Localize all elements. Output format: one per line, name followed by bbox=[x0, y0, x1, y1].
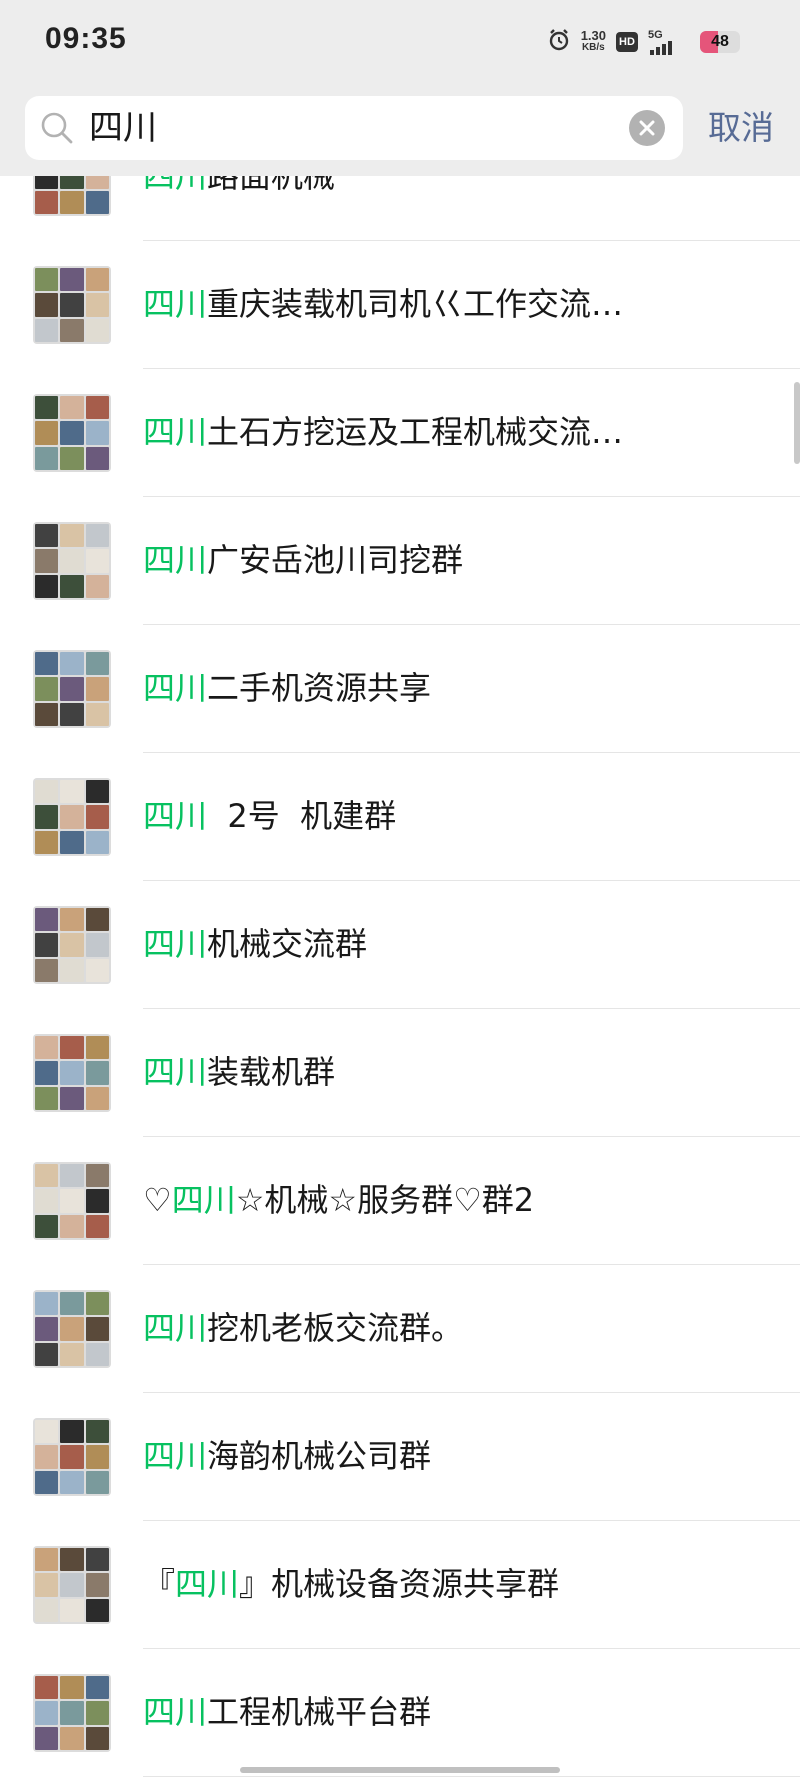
group-name-highlight: 四川 bbox=[143, 1053, 208, 1091]
status-bar: 09:35 1.30 KB/s HD 5G 48 bbox=[0, 0, 800, 84]
group-avatar bbox=[33, 176, 111, 216]
group-name-highlight: 四川 bbox=[143, 285, 208, 323]
group-avatar bbox=[33, 1674, 111, 1752]
hd-icon: HD bbox=[616, 32, 638, 52]
group-name: 四川机械交流群 bbox=[143, 921, 367, 967]
group-avatar bbox=[33, 1034, 111, 1112]
group-name-suffix: 土石方挖运及工程机械交流… bbox=[207, 413, 624, 451]
scrollbar[interactable] bbox=[794, 382, 800, 464]
group-name: 四川挖机老板交流群。 bbox=[143, 1305, 463, 1351]
group-avatar bbox=[33, 1290, 111, 1368]
group-name-suffix: 海韵机械公司群 bbox=[207, 1437, 432, 1475]
list-item[interactable]: 四川机械交流群 bbox=[0, 881, 800, 1009]
group-name: 四川装载机群 bbox=[143, 1049, 335, 1095]
group-name-suffix: 2号 机建群 bbox=[207, 797, 397, 835]
group-name: ♡四川☆机械☆服务群♡群2 bbox=[143, 1177, 534, 1223]
group-avatar bbox=[33, 906, 111, 984]
group-name-highlight: 四川 bbox=[143, 1309, 208, 1347]
list-item[interactable]: 四川挖机老板交流群。 bbox=[0, 1265, 800, 1393]
group-name: 四川广安岳池川司挖群 bbox=[143, 537, 463, 583]
signal-icon: 5G bbox=[648, 29, 682, 55]
group-name-suffix: 装载机群 bbox=[207, 1053, 336, 1091]
search-input[interactable]: 四川 bbox=[25, 96, 683, 160]
group-name: 四川土石方挖运及工程机械交流… bbox=[143, 409, 623, 455]
group-name-highlight: 四川 bbox=[175, 1565, 240, 1603]
group-name-suffix: 工程机械平台群 bbox=[207, 1693, 432, 1731]
group-avatar bbox=[33, 1162, 111, 1240]
list-item[interactable]: 四川二手机资源共享 bbox=[0, 625, 800, 753]
cancel-button[interactable]: 取消 bbox=[708, 104, 774, 152]
group-name-suffix: 二手机资源共享 bbox=[207, 669, 432, 707]
alarm-icon bbox=[547, 28, 571, 56]
group-name: 『四川』机械设备资源共享群 bbox=[143, 1561, 559, 1607]
group-avatar bbox=[33, 1546, 111, 1624]
group-name: 四川重庆装载机司机巜工作交流… bbox=[143, 281, 623, 327]
search-query: 四川 bbox=[89, 108, 157, 148]
clear-icon[interactable] bbox=[629, 110, 665, 146]
group-name-highlight: 四川 bbox=[143, 797, 208, 835]
group-name-suffix: 广安岳池川司挖群 bbox=[207, 541, 464, 579]
search-bar: 四川 取消 bbox=[0, 84, 800, 176]
group-name-highlight: 四川 bbox=[143, 176, 208, 195]
search-results: 四川路面机械 四川重庆装载机司机巜工作交流… 四川土石方挖运及工程机械交流… 四川广安… bbox=[0, 176, 800, 1777]
group-name-suffix: 路面机械 bbox=[207, 176, 336, 195]
group-name: 四川海韵机械公司群 bbox=[143, 1433, 431, 1479]
group-name: 四川 2号 机建群 bbox=[143, 793, 396, 839]
home-indicator[interactable] bbox=[240, 1767, 560, 1773]
group-name: 四川路面机械 bbox=[143, 176, 335, 199]
group-name-highlight: 四川 bbox=[143, 1437, 208, 1475]
status-time: 09:35 bbox=[45, 22, 127, 55]
list-item[interactable]: 四川海韵机械公司群 bbox=[0, 1393, 800, 1521]
battery-level: 48 bbox=[711, 33, 729, 50]
group-name-highlight: 四川 bbox=[143, 413, 208, 451]
group-name-highlight: 四川 bbox=[143, 541, 208, 579]
list-item[interactable]: 四川装载机群 bbox=[0, 1009, 800, 1137]
group-name-prefix: 『 bbox=[143, 1565, 176, 1603]
battery-icon: 48 bbox=[700, 31, 740, 53]
group-name-highlight: 四川 bbox=[143, 669, 208, 707]
group-name-highlight: 四川 bbox=[171, 1181, 236, 1219]
group-name-prefix: ♡ bbox=[143, 1181, 172, 1219]
group-avatar bbox=[33, 650, 111, 728]
list-item[interactable]: 四川土石方挖运及工程机械交流… bbox=[0, 369, 800, 497]
group-name-highlight: 四川 bbox=[143, 925, 208, 963]
divider bbox=[143, 1776, 800, 1777]
group-avatar bbox=[33, 266, 111, 344]
group-name-suffix: ☆机械☆服务群♡群2 bbox=[235, 1181, 535, 1219]
list-item[interactable]: 『四川』机械设备资源共享群 bbox=[0, 1521, 800, 1649]
net-speed-value: 1.30 bbox=[580, 28, 606, 43]
list-item[interactable]: 四川 2号 机建群 bbox=[0, 753, 800, 881]
list-item[interactable]: ♡四川☆机械☆服务群♡群2 bbox=[0, 1137, 800, 1265]
group-name-suffix: 机械交流群 bbox=[207, 925, 368, 963]
group-name: 四川二手机资源共享 bbox=[143, 665, 431, 711]
search-results-list[interactable]: 四川路面机械 四川重庆装载机司机巜工作交流… 四川土石方挖运及工程机械交流… 四川广安… bbox=[0, 176, 800, 1778]
list-item[interactable]: 四川工程机械平台群 bbox=[0, 1649, 800, 1777]
group-avatar bbox=[33, 522, 111, 600]
search-icon bbox=[39, 110, 75, 146]
net-speed-unit: KB/s bbox=[581, 42, 605, 53]
group-name-suffix: 』机械设备资源共享群 bbox=[239, 1565, 560, 1603]
group-name-suffix: 挖机老板交流群。 bbox=[207, 1309, 464, 1347]
list-item[interactable]: 四川广安岳池川司挖群 bbox=[0, 497, 800, 625]
net-speed: 1.30 KB/s bbox=[580, 28, 606, 54]
group-name: 四川工程机械平台群 bbox=[143, 1689, 431, 1735]
group-avatar bbox=[33, 778, 111, 856]
status-icons: 1.30 KB/s HD 5G 48 bbox=[547, 26, 740, 58]
group-avatar bbox=[33, 394, 111, 472]
group-avatar bbox=[33, 1418, 111, 1496]
network-label: 5G bbox=[648, 29, 663, 41]
list-item[interactable]: 四川重庆装载机司机巜工作交流… bbox=[0, 241, 800, 369]
list-item[interactable]: 四川路面机械 bbox=[0, 176, 800, 241]
group-name-highlight: 四川 bbox=[143, 1693, 208, 1731]
group-name-suffix: 重庆装载机司机巜工作交流… bbox=[207, 285, 624, 323]
